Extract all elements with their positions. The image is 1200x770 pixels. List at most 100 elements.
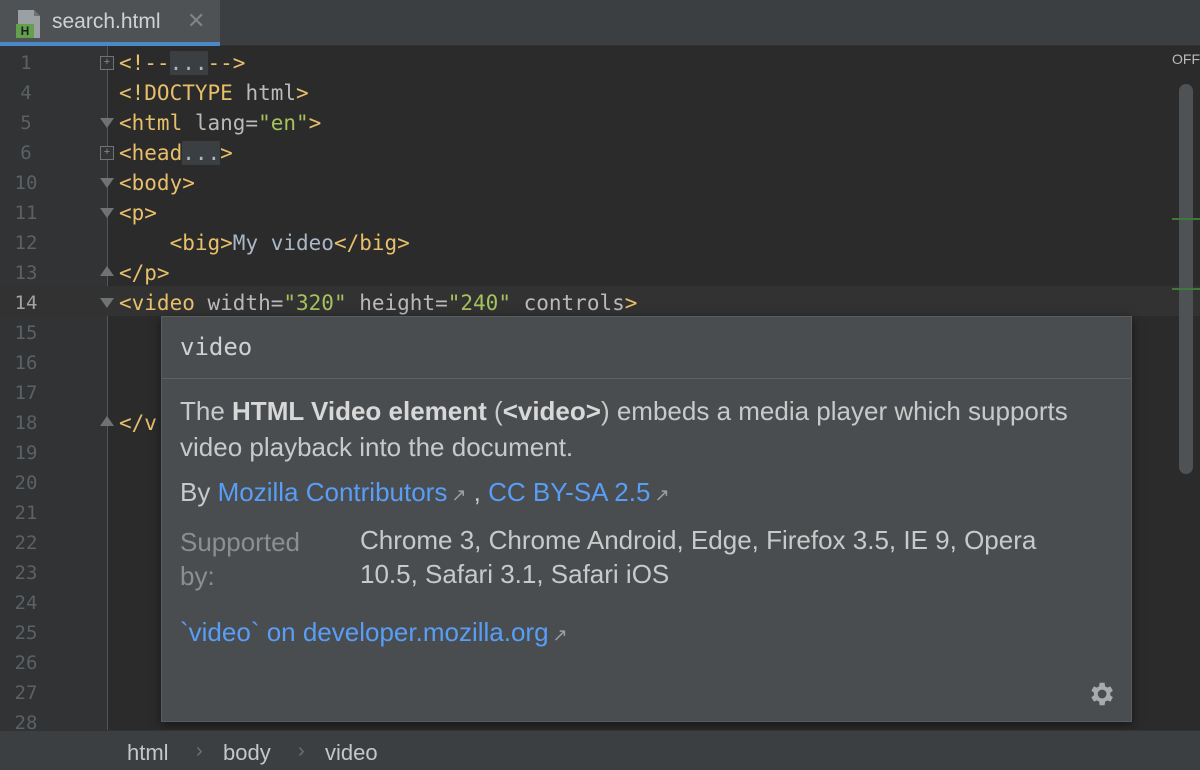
breadcrumb: html › body › video <box>0 730 1200 770</box>
chevron-right-icon: › <box>196 740 203 763</box>
code-line-13: </p> <box>119 258 170 288</box>
doc-header: video <box>162 317 1131 379</box>
line-number: 25 <box>0 618 52 648</box>
line-number: 27 <box>0 678 52 708</box>
breadcrumb-html[interactable]: html <box>127 740 169 766</box>
line-number: 1 <box>0 48 52 78</box>
external-link-icon: ↗ <box>654 485 669 505</box>
big-open-tag: <big> <box>170 231 233 255</box>
supported-by-label: Supported by: <box>180 525 340 593</box>
code-line-5: <html lang="en"> <box>119 108 321 138</box>
vertical-scrollbar[interactable] <box>1179 84 1193 474</box>
code-line-6: <head...> <box>119 138 233 168</box>
doctype-tag: <!DOCTYPE <box>119 81 233 105</box>
gear-icon[interactable] <box>1086 679 1116 709</box>
code-line-11: <p> <box>119 198 157 228</box>
comment-close: --> <box>208 51 246 75</box>
by-label: By <box>180 477 218 507</box>
height-value: "240" <box>448 291 511 315</box>
html-tag: <html <box>119 111 182 135</box>
line-number: 19 <box>0 438 52 468</box>
line-number: 6 <box>0 138 52 168</box>
desc-bold: HTML Video element <box>232 396 487 426</box>
attribution-separator: , <box>466 477 488 507</box>
fold-collapse-icon[interactable] <box>100 208 114 218</box>
p-close-tag: </p> <box>119 261 170 285</box>
comment-open: <!-- <box>119 51 170 75</box>
code-line-10: <body> <box>119 168 195 198</box>
desc-code: <video> <box>503 396 601 426</box>
external-link-icon: ↗ <box>451 485 466 505</box>
folded-region[interactable]: ... <box>182 141 220 165</box>
desc-mid: ( <box>487 396 503 426</box>
folded-region[interactable]: ... <box>170 51 208 75</box>
mdn-link-text[interactable]: `video` on developer.mozilla.org <box>180 617 549 647</box>
lang-value: "en" <box>258 111 309 135</box>
change-marker[interactable] <box>1172 218 1200 220</box>
tag-end: > <box>296 81 309 105</box>
line-number: 5 <box>0 108 52 138</box>
fold-expand-icon[interactable]: + <box>100 146 114 160</box>
line-number-current: 14 <box>0 288 52 318</box>
breadcrumb-video[interactable]: video <box>325 740 378 766</box>
tab-title: search.html <box>52 10 161 34</box>
chevron-right-icon: › <box>298 740 305 763</box>
height-attr: height= <box>347 291 448 315</box>
doc-description: The HTML Video element (<video>) embeds … <box>180 393 1110 465</box>
desc-prefix: The <box>180 396 232 426</box>
line-number: 23 <box>0 558 52 588</box>
author-link[interactable]: Mozilla Contributors <box>218 477 448 507</box>
quick-documentation-popup: video The HTML Video element (<video>) e… <box>161 316 1132 722</box>
change-marker[interactable] <box>1172 288 1200 290</box>
tab-search-html[interactable]: H search.html ✕ <box>0 0 220 46</box>
close-icon[interactable]: ✕ <box>187 8 205 34</box>
code-line-14: <video width="320" height="240" controls… <box>119 288 637 318</box>
line-number: 4 <box>0 78 52 108</box>
lang-attr: lang= <box>182 111 258 135</box>
tag-end: > <box>220 141 233 165</box>
big-close-tag: </big> <box>334 231 410 255</box>
tag-end: > <box>625 291 638 315</box>
editor-tab-bar: H search.html ✕ <box>0 0 1200 46</box>
p-tag: <p> <box>119 201 157 225</box>
indent <box>119 231 170 255</box>
code-line-18: </v <box>119 408 157 438</box>
line-number: 13 <box>0 258 52 288</box>
width-attr: width= <box>195 291 284 315</box>
supported-browsers: Chrome 3, Chrome Android, Edge, Firefox … <box>360 523 1100 591</box>
controls-attr: controls <box>511 291 625 315</box>
fold-end-icon[interactable] <box>100 266 114 276</box>
license-link[interactable]: CC BY-SA 2.5 <box>488 477 650 507</box>
fold-collapse-icon[interactable] <box>100 118 114 128</box>
line-number: 28 <box>0 708 52 730</box>
big-text: My video <box>233 231 334 255</box>
line-number: 26 <box>0 648 52 678</box>
line-number: 15 <box>0 318 52 348</box>
line-number: 20 <box>0 468 52 498</box>
breadcrumb-body[interactable]: body <box>223 740 271 766</box>
body-tag: <body> <box>119 171 195 195</box>
fold-collapse-icon[interactable] <box>100 298 114 308</box>
mdn-doc-link: `video` on developer.mozilla.org↗ <box>180 617 568 648</box>
fold-end-icon[interactable] <box>100 416 114 426</box>
doctype-attr: html <box>233 81 296 105</box>
line-number: 17 <box>0 378 52 408</box>
fold-expand-icon[interactable]: + <box>100 56 114 70</box>
html-file-icon: H <box>14 8 44 40</box>
line-number: 16 <box>0 348 52 378</box>
external-link-icon: ↗ <box>553 625 568 645</box>
line-number: 21 <box>0 498 52 528</box>
doc-attribution: By Mozilla Contributors↗ , CC BY-SA 2.5↗ <box>180 477 670 508</box>
video-tag: <video <box>119 291 195 315</box>
line-number: 24 <box>0 588 52 618</box>
code-line-12: <big>My video</big> <box>119 228 410 258</box>
fold-collapse-icon[interactable] <box>100 178 114 188</box>
doc-title: video <box>180 333 252 361</box>
head-tag: <head <box>119 141 182 165</box>
line-number: 12 <box>0 228 52 258</box>
video-close-tag: </v <box>119 411 157 435</box>
line-number: 10 <box>0 168 52 198</box>
line-number: 22 <box>0 528 52 558</box>
line-number: 18 <box>0 408 52 438</box>
toggle-off-label[interactable]: OFF <box>1172 51 1200 67</box>
